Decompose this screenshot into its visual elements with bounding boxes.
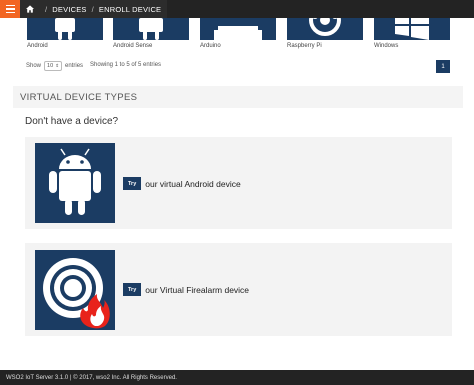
virtual-android-text: our virtual Android device — [145, 178, 241, 189]
android-icon — [55, 18, 75, 40]
pagination-page-1[interactable]: 1 — [436, 60, 450, 73]
android-robot-icon — [35, 143, 115, 223]
virtual-device-card-firealarm: Try our Virtual Firealarm device — [25, 243, 452, 336]
home-icon[interactable] — [26, 5, 34, 13]
device-label-windows: Windows — [374, 43, 399, 49]
device-label-android: Android — [27, 43, 48, 49]
android-sense-icon — [139, 18, 163, 40]
page-length-control: Show 10 ⇕ entries — [26, 60, 83, 72]
try-virtual-android-button[interactable]: Try — [123, 177, 142, 190]
breadcrumb-devices-link[interactable]: DEVICES — [52, 5, 86, 14]
entries-select[interactable]: 10 ⇕ — [44, 61, 63, 71]
entries-select-value: 10 — [47, 63, 54, 69]
hamburger-menu-button[interactable] — [0, 0, 20, 18]
entries-label: entries — [65, 63, 84, 69]
virtual-firealarm-text: our Virtual Firealarm device — [145, 284, 250, 295]
page: Android Android Sense Arduino Raspberry … — [0, 0, 474, 385]
firealarm-icon — [35, 250, 115, 330]
select-arrows-icon: ⇕ — [55, 63, 60, 68]
breadcrumb-enroll-device[interactable]: ENROLL DEVICE — [99, 5, 161, 14]
top-nav-bar: / DEVICES / ENROLL DEVICE — [0, 0, 474, 18]
device-label-raspberry-pi: Raspberry Pi — [287, 43, 322, 49]
breadcrumb-separator: / — [45, 4, 48, 14]
arduino-icon — [214, 26, 262, 40]
section-header-virtual-device-types: VIRTUAL DEVICE TYPES — [13, 86, 463, 108]
breadcrumb: / DEVICES / ENROLL DEVICE — [20, 0, 168, 18]
virtual-android-try-row: Try our virtual Android device — [123, 177, 241, 190]
no-device-question: Don't have a device? — [25, 116, 119, 127]
device-label-arduino: Arduino — [200, 43, 221, 49]
breadcrumb-separator: / — [91, 4, 94, 14]
footer: WSO2 IoT Server 3.1.0 | © 2017, wso2 Inc… — [0, 370, 474, 385]
table-info: Showing 1 to 5 of 5 entries — [90, 62, 162, 68]
virtual-device-card-android: Try our virtual Android device — [25, 137, 452, 229]
device-label-android-sense: Android Sense — [113, 43, 153, 49]
table-controls: Show 10 ⇕ entries Showing 1 to 5 of 5 en… — [26, 60, 450, 74]
show-label: Show — [26, 63, 42, 69]
try-virtual-firealarm-button[interactable]: Try — [123, 283, 142, 296]
virtual-firealarm-try-row: Try our Virtual Firealarm device — [123, 283, 249, 296]
